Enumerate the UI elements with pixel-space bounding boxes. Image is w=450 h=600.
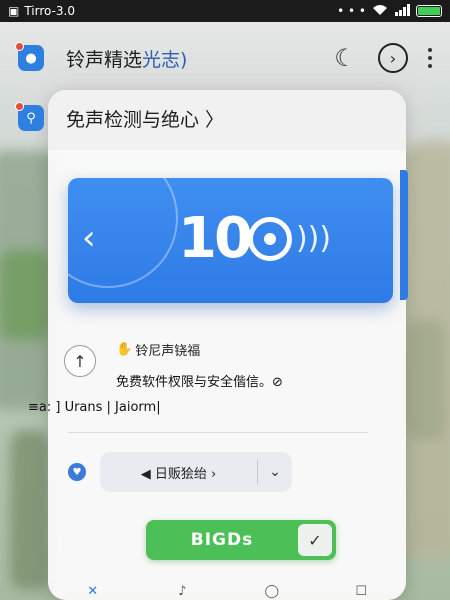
battery-icon bbox=[416, 5, 442, 17]
notification-dot bbox=[15, 102, 24, 111]
chevron-down-icon[interactable]: ⌄ bbox=[258, 464, 292, 480]
logo-number: 10 bbox=[178, 206, 253, 271]
disc-icon bbox=[247, 216, 292, 261]
app-info: ↑ ✋ 铃尼声铙福 免费软件杈限与安全偕信。⊘ ≡a: ] Urans | Ja… bbox=[28, 340, 384, 415]
title-accent: 光志) bbox=[142, 48, 188, 71]
tab-profile-icon[interactable]: ☐ bbox=[346, 584, 376, 600]
kebab-menu-icon[interactable] bbox=[428, 48, 432, 68]
tab-chat-icon[interactable]: ◯ bbox=[257, 584, 287, 600]
title-main: 铃声精选 bbox=[66, 48, 143, 71]
tab-home-icon[interactable]: ✕ bbox=[78, 584, 108, 600]
main-card: ‹ 10 ))) ↑ ✋ 铃尼声铙福 免费软件杈限与安全偕信。⊘ ≡a: ] U… bbox=[28, 90, 406, 600]
feature-title: 免声检测与绝心 〉 bbox=[66, 108, 225, 131]
back-arrow-icon[interactable]: ‹ bbox=[82, 218, 96, 258]
bottom-tab-bar: ✕ ♪ ◯ ☐ bbox=[48, 584, 406, 600]
wifi-icon bbox=[372, 4, 388, 19]
divider bbox=[68, 432, 368, 433]
sound-wave-icon: ))) bbox=[295, 221, 332, 256]
ringtone-logo: 10 ))) bbox=[178, 206, 331, 271]
info-description: 免费软件杈限与安全偕信。⊘ bbox=[116, 375, 283, 390]
app-header-row: ● 铃声精选光志) ☾ › bbox=[0, 36, 450, 80]
notification-dot bbox=[15, 42, 24, 51]
dropdown-row: ♥ ◀ 日贩狯绐 › ⌄ bbox=[68, 452, 388, 492]
app-icon[interactable]: ● bbox=[15, 42, 44, 71]
pin-icon[interactable]: ↑ bbox=[64, 345, 96, 377]
page-title: 铃声精选光志) bbox=[66, 45, 187, 72]
feature-row[interactable]: ⚲ 免声检测与绝心 〉 bbox=[0, 96, 450, 140]
info-title-wrap: ✋ 铃尼声铙福 bbox=[116, 340, 384, 359]
background-scene bbox=[405, 320, 445, 440]
tab-music-icon[interactable]: ♪ bbox=[167, 584, 197, 600]
confirm-button-label: BIGDs bbox=[190, 530, 254, 550]
status-time: Tirro-3.0 bbox=[24, 4, 76, 18]
notification-icon: ▣ bbox=[8, 4, 20, 18]
hero-peek-edge bbox=[400, 170, 408, 300]
signal-icon bbox=[394, 3, 410, 19]
status-bar: ▣ Tirro-3.0 • • • bbox=[0, 0, 450, 22]
source-dropdown[interactable]: ◀ 日贩狯绐 › ⌄ bbox=[100, 452, 292, 492]
checkmark-icon[interactable]: ✓ bbox=[298, 524, 332, 556]
status-dots: • • • bbox=[337, 4, 366, 18]
chevron-right-circle-icon[interactable]: › bbox=[378, 43, 408, 73]
confirm-button[interactable]: BIGDs ✓ bbox=[146, 520, 336, 560]
info-title: 铃尼声铙福 bbox=[135, 344, 201, 359]
person-icon: ⚲ bbox=[26, 110, 36, 126]
heart-icon: ♥ bbox=[68, 463, 86, 481]
background-scene bbox=[10, 430, 50, 590]
info-meta: ≡a: ] Urans | Jaiorm| bbox=[28, 400, 161, 415]
bulb-icon: ● bbox=[25, 50, 37, 66]
hand-icon: ✋ bbox=[116, 342, 133, 357]
shield-app-icon[interactable]: ⚲ bbox=[15, 102, 44, 131]
background-scene bbox=[0, 250, 50, 340]
dropdown-label: ◀ 日贩狯绐 › bbox=[140, 466, 217, 482]
moon-icon[interactable]: ☾ bbox=[332, 45, 358, 71]
hero-banner[interactable]: ‹ 10 ))) bbox=[68, 178, 393, 303]
